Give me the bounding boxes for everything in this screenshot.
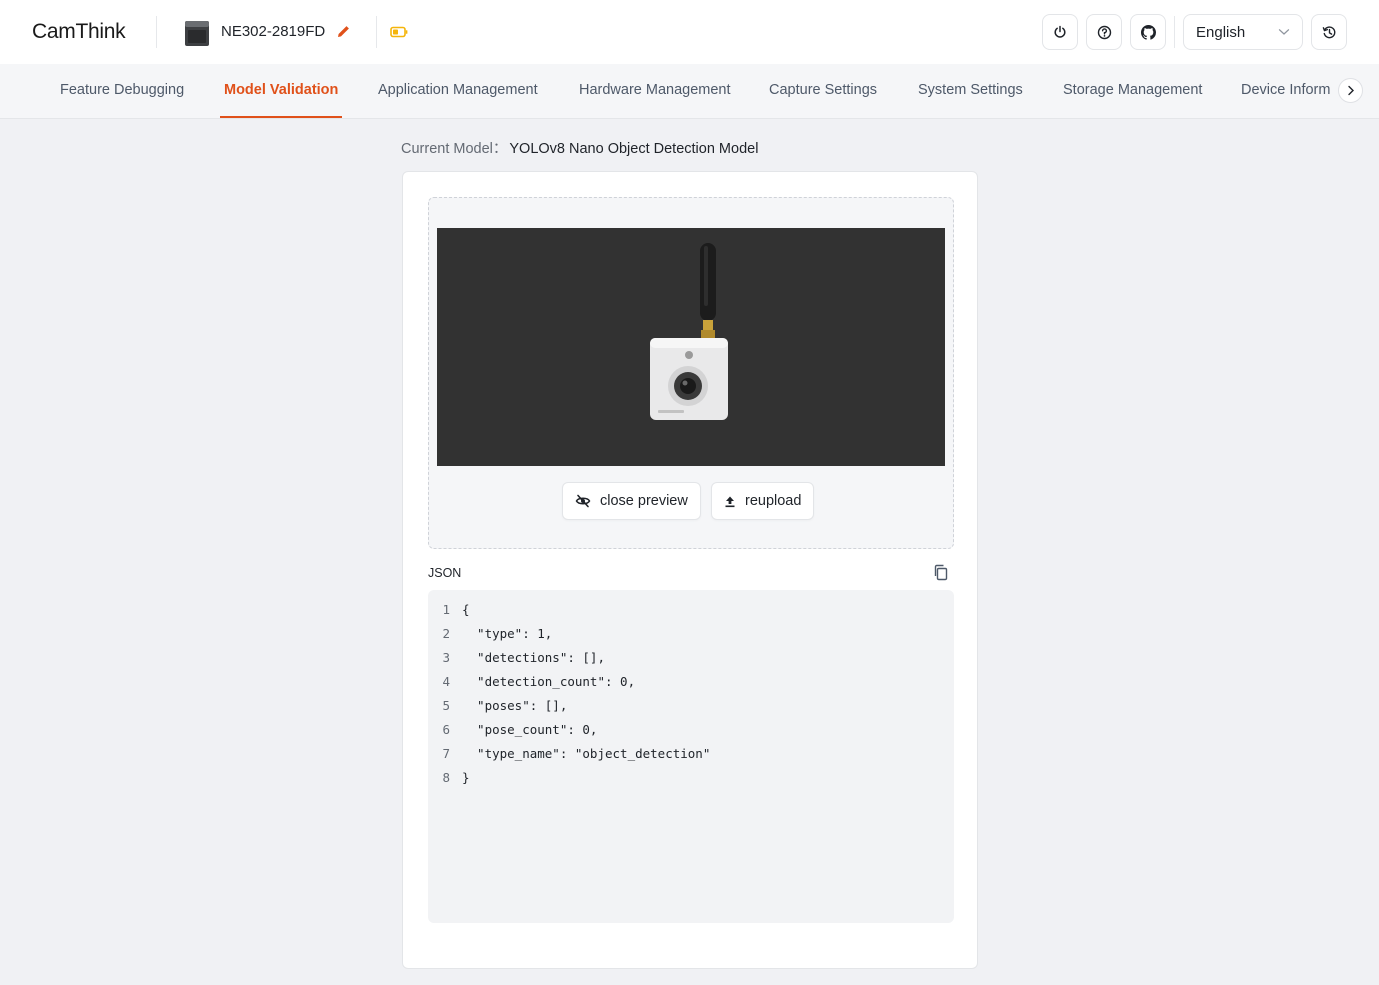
model-validation-card: close preview reupload JSON 1{ 2 "type":… [402,171,978,969]
line-text: { [462,602,470,617]
current-model: Current Model： YOLOv8 Nano Object Detecti… [401,137,758,158]
reupload-label: reupload [745,493,802,509]
code-line: 6 "pose_count": 0, [428,718,954,742]
line-number: 2 [442,626,450,641]
current-model-value: YOLOv8 Nano Object Detection Model [509,141,759,157]
chevron-right-icon [1347,85,1354,96]
current-model-label: Current Model： [401,141,508,157]
code-line: 1{ [428,598,954,622]
code-line: 8} [428,766,954,790]
header-divider [376,16,377,48]
line-text: "pose_count": 0, [462,722,598,737]
header-divider [156,16,157,48]
chevron-down-icon [1278,29,1290,35]
line-text: "poses": [], [462,698,568,713]
line-text: "type_name": "object_detection" [462,746,711,761]
power-button[interactable] [1042,14,1078,50]
image-upload-zone[interactable]: close preview reupload [428,197,954,549]
language-select[interactable]: English [1183,14,1303,50]
upload-icon [725,496,735,507]
line-number: 3 [442,650,450,665]
tab-feature-debugging[interactable]: Feature Debugging [60,64,184,118]
line-text: "detection_count": 0, [462,674,636,689]
battery-icon [390,26,408,38]
tabs-scroll-next-button[interactable] [1338,78,1363,103]
line-number: 6 [442,722,450,737]
camthink-logo[interactable]: CamThink [32,20,126,44]
main-tabs: Feature Debugging Model Validation Appli… [0,64,1379,119]
line-text: "detections": [], [462,650,605,665]
line-text: } [462,770,470,785]
close-preview-button[interactable]: close preview [562,482,701,520]
edit-device-name-icon[interactable] [336,24,351,39]
device-name: NE302-2819FD [221,23,326,40]
close-preview-label: close preview [600,493,688,509]
code-line: 5 "poses": [], [428,694,954,718]
line-number: 1 [442,602,450,617]
copy-icon[interactable] [933,564,949,581]
history-icon [1322,25,1335,38]
json-section-label: JSON [428,566,462,580]
code-line: 3 "detections": [], [428,646,954,670]
reupload-button[interactable]: reupload [711,482,815,520]
header-divider [1174,16,1175,48]
history-button[interactable] [1311,14,1347,50]
tab-model-validation[interactable]: Model Validation [219,64,343,118]
help-icon [1097,25,1111,39]
tab-device-information[interactable]: Device Inform [1241,64,1333,118]
line-number: 8 [442,770,450,785]
image-preview [437,228,945,466]
power-icon [1054,25,1066,38]
code-line: 2 "type": 1, [428,622,954,646]
line-text: "type": 1, [462,626,553,641]
tab-hardware-management[interactable]: Hardware Management [579,64,731,118]
json-result-viewer[interactable]: 1{ 2 "type": 1, 3 "detections": [], 4 "d… [428,590,954,923]
code-line: 7 "type_name": "object_detection" [428,742,954,766]
code-line: 4 "detection_count": 0, [428,670,954,694]
preview-device-image [650,243,728,420]
top-header: CamThink NE302-2819FD English [0,0,1379,64]
eye-off-icon [575,494,591,508]
github-icon [1140,24,1156,40]
language-value: English [1196,23,1246,41]
line-number: 4 [442,674,450,689]
github-button[interactable] [1130,14,1166,50]
device-thumbnail-icon [185,21,209,46]
tab-capture-settings[interactable]: Capture Settings [769,64,877,118]
tab-application-management[interactable]: Application Management [378,64,538,118]
tab-storage-management[interactable]: Storage Management [1063,64,1202,118]
line-number: 7 [442,746,450,761]
help-button[interactable] [1086,14,1122,50]
tab-system-settings[interactable]: System Settings [918,64,1023,118]
line-number: 5 [442,698,450,713]
